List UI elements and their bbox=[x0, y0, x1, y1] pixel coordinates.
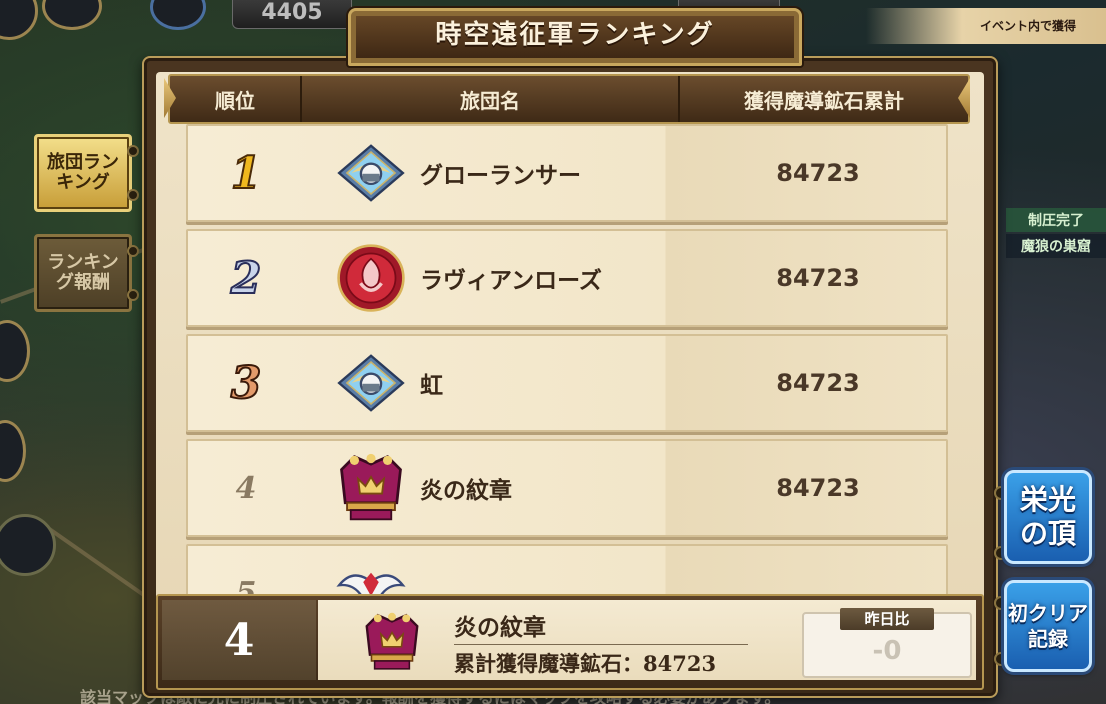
background-node-icon bbox=[0, 320, 30, 382]
rank-cell: 3 bbox=[188, 357, 304, 410]
tab-guild-ranking-label: 旅団ランキング bbox=[47, 152, 119, 193]
rank-cell: 1 bbox=[188, 147, 304, 200]
my-guild-info: 炎の紋章 累計獲得魔導鉱石：84723 昨日比 -0 bbox=[318, 600, 976, 680]
tab-knob bbox=[127, 189, 139, 201]
background-conquest-badge: 制圧完了 魔狼の巣窟 bbox=[1006, 208, 1106, 260]
my-guild-name: 炎の紋章 bbox=[454, 608, 748, 645]
rank-cell: 5 bbox=[188, 576, 304, 595]
tab-ranking-rewards[interactable]: ランキング報酬 bbox=[34, 234, 139, 312]
blue-wing-crest-icon bbox=[336, 134, 406, 212]
background-event-banner: イベント内で獲得 bbox=[866, 8, 1106, 44]
header-rank: 順位 bbox=[170, 76, 302, 122]
header-guild-name: 旅団名 bbox=[302, 76, 680, 122]
conquest-status: 制圧完了 bbox=[1006, 208, 1106, 232]
rank-cell: 4 bbox=[188, 471, 304, 506]
my-ore-total: 累計獲得魔導鉱石：84723 bbox=[454, 651, 717, 676]
ranking-row[interactable]: 3 虹 84723 bbox=[186, 334, 948, 432]
background-crown-node-icon bbox=[0, 514, 56, 576]
table-header: 順位 旅団名 獲得魔導鉱石累計 bbox=[168, 74, 970, 124]
background-node-icon bbox=[0, 420, 26, 482]
ore-total: 84723 bbox=[776, 264, 860, 292]
my-guild-bar: 4 炎の紋章 累計獲得魔導鉱石：84723 昨日比 -0 bbox=[156, 594, 984, 690]
ranking-row[interactable]: 2 ラヴィアンローズ 84723 bbox=[186, 229, 948, 327]
blue-wing-crest-icon bbox=[336, 344, 406, 422]
tab-guild-ranking[interactable]: 旅団ランキング bbox=[34, 134, 139, 212]
ranking-list[interactable]: 1 グローランサー 84723 2 ラヴィアンローズ 84723 3 虹 847… bbox=[186, 124, 948, 594]
my-rank: 4 bbox=[162, 600, 316, 680]
crown-crest-icon bbox=[362, 610, 422, 674]
winged-shield-icon bbox=[336, 554, 406, 594]
ranking-row[interactable]: 1 グローランサー 84723 bbox=[186, 124, 948, 222]
rank-number: 2 bbox=[230, 252, 263, 305]
red-rose-medallion-icon bbox=[336, 239, 406, 317]
ranking-row[interactable]: 5 bbox=[186, 544, 948, 594]
guild-name: 炎の紋章 bbox=[420, 477, 512, 504]
tab-knob bbox=[127, 245, 139, 257]
guild-name: グローランサー bbox=[420, 162, 581, 189]
guild-name: ラヴィアンローズ bbox=[420, 267, 602, 294]
area-name: 魔狼の巣窟 bbox=[1006, 234, 1106, 258]
tab-ranking-rewards-label: ランキング報酬 bbox=[47, 252, 119, 293]
rank-cell: 2 bbox=[188, 252, 304, 305]
ranking-title: 時空遠征軍ランキング bbox=[348, 8, 802, 66]
tab-knob bbox=[127, 289, 139, 301]
ore-total: 84723 bbox=[776, 159, 860, 187]
summit-of-glory-button[interactable]: 栄光の頂 bbox=[1004, 470, 1092, 564]
daily-compare-label: 昨日比 bbox=[840, 608, 934, 630]
first-clear-record-button[interactable]: 初クリア記録 bbox=[1004, 580, 1092, 672]
guild-name: 虹 bbox=[420, 372, 443, 399]
header-total-ore: 獲得魔導鉱石累計 bbox=[744, 88, 904, 113]
ore-total: 84723 bbox=[776, 369, 860, 397]
background-rank-icon bbox=[42, 0, 102, 30]
daily-compare-box: 昨日比 -0 bbox=[802, 608, 972, 678]
ore-total: 84723 bbox=[776, 474, 860, 502]
background-emblem-icon bbox=[150, 0, 206, 30]
background-counter: 4405 bbox=[232, 0, 352, 29]
daily-compare-value: -0 bbox=[872, 636, 902, 666]
ranking-row[interactable]: 4 炎の紋章 84723 bbox=[186, 439, 948, 537]
rank-number: 1 bbox=[230, 147, 263, 200]
background-menu-icon bbox=[0, 0, 38, 40]
rank-number: 5 bbox=[235, 575, 257, 595]
rank-number: 4 bbox=[235, 470, 257, 506]
tab-knob bbox=[127, 145, 139, 157]
rank-number: 3 bbox=[230, 357, 263, 410]
crown-crest-icon bbox=[336, 449, 406, 527]
